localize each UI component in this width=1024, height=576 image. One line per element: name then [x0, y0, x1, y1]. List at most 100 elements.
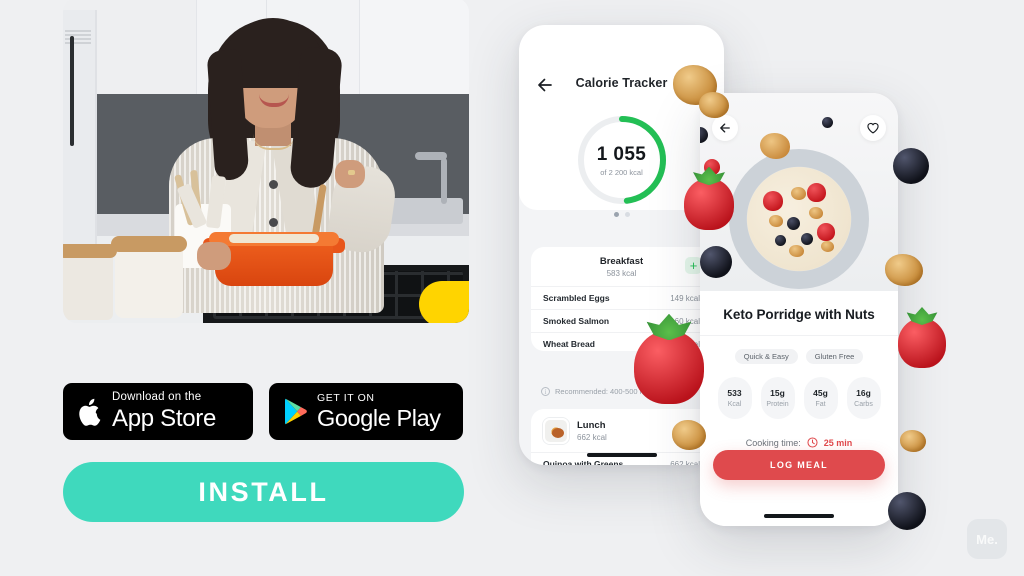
tag-gluten-free[interactable]: Gluten Free [805, 349, 864, 364]
app-store-badge[interactable]: Download on the App Store [63, 383, 253, 440]
lunch-thumbnail [543, 418, 569, 444]
nutrition-value: 45g [813, 388, 828, 398]
food-kcal: 662 kcal [670, 459, 700, 466]
carousel-pagination [613, 212, 630, 217]
lemon [419, 281, 469, 323]
meal-title: Breakfast [599, 256, 644, 267]
store-badges: Download on the App Store GET IT ON Goog… [63, 383, 463, 440]
refrigerator [63, 10, 97, 260]
google-play-badge-big: Google Play [317, 404, 441, 431]
home-indicator [764, 514, 834, 518]
sweater-button [269, 218, 278, 227]
breakfast-header[interactable]: Breakfast 583 kcal + [531, 247, 712, 286]
floating-walnut [760, 133, 790, 159]
nutrition-value: 16g [856, 388, 871, 398]
granola-piece [809, 207, 823, 219]
heart-icon [867, 122, 879, 134]
nutrition-pill-carbs: 16g Carbs [846, 377, 881, 419]
favorite-button[interactable] [860, 115, 886, 141]
blueberry [801, 233, 813, 245]
nutrition-pill-kcal: 533 Kcal [717, 377, 752, 419]
blueberry [700, 127, 708, 143]
sweater-button [269, 180, 278, 189]
recipe-tags: Quick & Easy Gluten Free [700, 349, 898, 364]
ceramic-jar-lid [63, 244, 117, 258]
ceramic-jar [115, 242, 183, 318]
promo-canvas: Download on the App Store GET IT ON Goog… [0, 0, 1024, 576]
clock-icon [807, 437, 818, 448]
porridge-bowl [729, 149, 869, 289]
blueberry-prop [888, 492, 926, 530]
nutrition-label: Carbs [854, 401, 873, 408]
food-kcal: 149 kcal [670, 293, 700, 303]
granola-piece [821, 241, 834, 252]
ceramic-jar-lid [111, 236, 187, 252]
food-name: Wheat Bread [543, 339, 595, 349]
brand-watermark: Me. [967, 519, 1007, 559]
food-name: Smoked Salmon [543, 316, 610, 326]
recipe-body: Keto Porridge with Nuts Quick & Easy Glu… [700, 291, 898, 526]
raspberry [763, 191, 783, 211]
app-store-badge-big: App Store [112, 404, 217, 432]
nutrition-label: Kcal [727, 401, 742, 408]
pagination-dot-2[interactable] [624, 212, 630, 217]
food-name: Quinoa with Greens [543, 459, 624, 465]
granola-piece [769, 215, 783, 227]
back-button[interactable] [712, 115, 738, 141]
nutrition-label: Fat [815, 401, 826, 408]
meal-kcal: 583 kcal [606, 269, 637, 278]
recipe-title: Keto Porridge with Nuts [700, 291, 898, 336]
raspberry [817, 223, 835, 241]
ceramic-jar [63, 250, 113, 320]
strawberry [807, 183, 826, 202]
apple-logo-icon [79, 398, 101, 426]
nutrition-pill-fat: 45g Fat [803, 377, 838, 419]
food-name: Scrambled Eggs [543, 293, 610, 303]
home-indicator [586, 453, 657, 457]
log-meal-button[interactable]: LOG MEAL [713, 450, 885, 480]
cooking-time-row: Cooking time: 25 min [700, 437, 898, 448]
nutrition-pill-protein: 15g Protein [760, 377, 795, 419]
install-button[interactable]: INSTALL [63, 462, 464, 522]
blueberry [787, 217, 800, 230]
info-icon: i [541, 387, 550, 396]
refrigerator-handle [70, 36, 74, 146]
nutrition-label: Protein [766, 401, 789, 408]
google-play-badge[interactable]: GET IT ON Google Play [269, 383, 463, 440]
recommended-note: i Recommended: 400-500 kcal [541, 387, 653, 396]
cooking-time-value: 25 min [823, 437, 853, 448]
app-store-badge-small: Download on the [112, 391, 202, 404]
blueberry [822, 117, 833, 128]
kitchen-faucet [415, 152, 447, 204]
blueberry-prop [893, 148, 929, 184]
walnut-prop [900, 430, 926, 452]
walnut-prop [699, 92, 729, 118]
woman-ring [348, 170, 355, 175]
strawberry-prop [898, 318, 946, 368]
pagination-dot-1[interactable] [613, 212, 619, 217]
raspberry-prop [684, 178, 734, 230]
calorie-value: 1 055 [596, 143, 647, 165]
nutrition-pills: 533 Kcal 15g Protein 45g Fat 16g Carbs [700, 377, 898, 419]
woman-left-hand [197, 242, 231, 270]
google-play-badge-small: GET IT ON [317, 392, 375, 404]
calorie-progress-ring: 1 055 of 2 200 kcal [575, 113, 669, 207]
walnut-prop [885, 254, 923, 286]
calorie-goal: of 2 200 kcal [600, 167, 643, 177]
arrow-left-icon [720, 123, 730, 133]
refrigerator-vent [65, 30, 91, 44]
granola-piece [789, 245, 804, 257]
tag-quick-easy[interactable]: Quick & Easy [734, 349, 798, 364]
walnut-prop [672, 420, 706, 450]
nutrition-value: 15g [770, 388, 785, 398]
blueberry [775, 235, 786, 246]
cooking-time-label: Cooking time: [745, 437, 801, 448]
kitchen-cabinet-right [359, 0, 469, 94]
pot-interior [229, 234, 319, 243]
nutrition-value: 533 [727, 388, 742, 398]
raspberry-prop [634, 330, 704, 404]
google-play-icon [285, 398, 307, 425]
kitchen-cooking-photo [63, 0, 469, 323]
porridge-surface [747, 167, 851, 271]
food-row[interactable]: Scrambled Eggs 149 kcal [531, 286, 712, 309]
